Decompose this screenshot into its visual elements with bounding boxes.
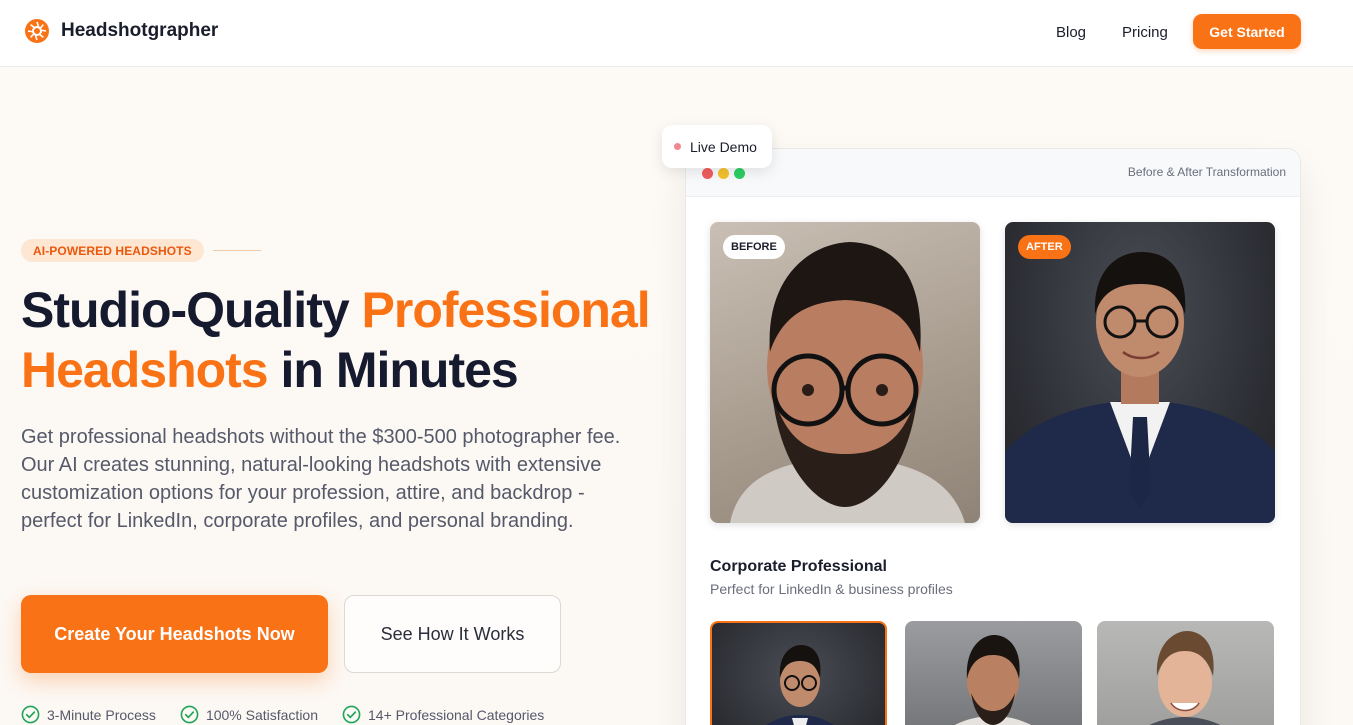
before-photo: BEFORE [710, 222, 980, 523]
check-circle-icon [342, 705, 361, 724]
badge-divider [213, 250, 261, 251]
feature-label: 100% Satisfaction [205, 706, 319, 723]
nav-pricing-link[interactable]: Pricing [1122, 24, 1168, 41]
window-titlebar: Before & After Transformation [686, 149, 1300, 197]
feature-item: 100% Satisfaction [180, 705, 318, 724]
live-demo-label: Live Demo [690, 138, 757, 155]
create-headshots-button[interactable]: Create Your Headshots Now [21, 595, 328, 673]
hero-badge: AI-POWERED HEADSHOTS [21, 239, 204, 262]
feature-label: 14+ Professional Categories [368, 706, 545, 723]
window-minimize-dot [718, 168, 729, 179]
feature-label: 3-Minute Process [47, 706, 156, 723]
headline-accent-1: Professional [361, 282, 651, 338]
brand-name: Headshotgrapher [61, 20, 219, 41]
before-tag: BEFORE [723, 235, 785, 259]
nav-blog-link[interactable]: Blog [1056, 24, 1086, 41]
brand-logo[interactable]: Headshotgrapher [25, 19, 218, 43]
after-tag: AFTER [1018, 235, 1071, 259]
site-header: Headshotgrapher Blog Pricing Get Started [0, 0, 1353, 67]
feature-item: 3-Minute Process [21, 705, 156, 724]
hero-headline: Studio-Quality Professional Headshots in … [21, 280, 661, 400]
thumbnail-person [766, 645, 834, 725]
style-thumbnail[interactable] [1097, 621, 1274, 725]
see-how-it-works-button[interactable]: See How It Works [344, 595, 561, 673]
after-person-illustration [1005, 252, 1275, 523]
style-title: Corporate Professional [710, 558, 887, 575]
check-circle-icon [180, 705, 199, 724]
headline-accent-2: Headshots [21, 342, 269, 398]
feature-list: 3-Minute Process 100% Satisfaction 14+ P… [21, 705, 568, 724]
feature-item: 14+ Professional Categories [342, 705, 544, 724]
aperture-icon [25, 19, 49, 43]
check-circle-icon [21, 705, 40, 724]
after-photo: AFTER [1005, 222, 1275, 523]
style-thumbnail[interactable] [710, 621, 887, 725]
thumbnail-person [954, 635, 1032, 725]
hero-description: Get professional headshots without the $… [21, 426, 621, 532]
thumbnail-person [1149, 631, 1221, 725]
headline-text-2: in Minutes [267, 342, 519, 398]
style-subtitle: Perfect for LinkedIn & business profiles [710, 581, 953, 597]
live-demo-badge: Live Demo [662, 125, 772, 168]
style-thumbnail[interactable] [905, 621, 1082, 725]
window-title: Before & After Transformation [1127, 165, 1286, 179]
demo-window: Before & After Transformation BEFORE AFT… [685, 148, 1301, 725]
window-close-dot [702, 168, 713, 179]
headline-text-1: Studio-Quality [21, 282, 362, 338]
before-person-illustration [730, 242, 965, 523]
live-indicator-dot [674, 143, 681, 150]
window-maximize-dot [734, 168, 745, 179]
get-started-button[interactable]: Get Started [1193, 14, 1301, 49]
